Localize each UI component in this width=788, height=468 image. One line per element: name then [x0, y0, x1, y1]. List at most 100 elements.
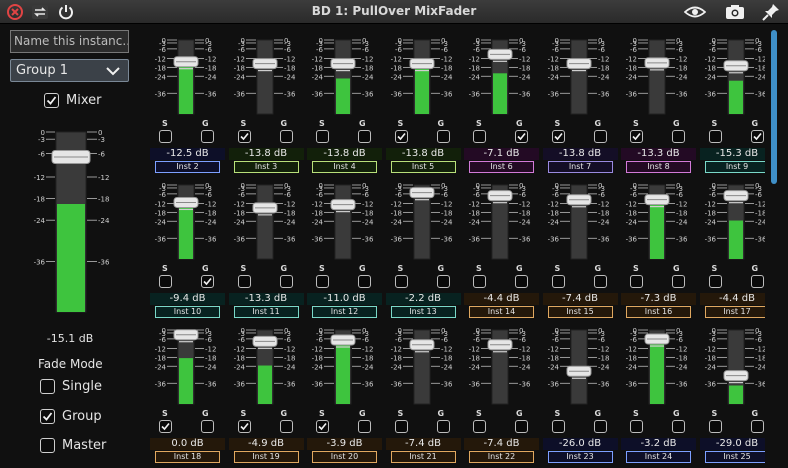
group-button[interactable] — [201, 420, 214, 433]
group-button[interactable] — [672, 275, 685, 288]
channel-fader-track[interactable] — [334, 184, 352, 260]
camera-icon[interactable] — [725, 3, 745, 21]
channel-fader[interactable]: 0 0-3 -3-6 -6-12 -12-18 -18-24 -24-36 -36 — [543, 175, 618, 263]
solo-button[interactable] — [630, 130, 643, 143]
group-button[interactable] — [672, 420, 685, 433]
solo-button[interactable] — [551, 420, 565, 433]
channel-fader[interactable]: 0 0-3 -3-6 -6-12 -12-18 -18-24 -24-36 -36 — [700, 175, 766, 263]
eye-icon[interactable] — [684, 3, 706, 21]
group-button[interactable] — [593, 275, 607, 288]
group-button[interactable] — [436, 420, 450, 433]
channel-fader[interactable]: 0 0-3 -3-6 -6-12 -12-18 -18-24 -24-36 -36 — [386, 30, 461, 118]
channel-fader[interactable]: 0 0-3 -3-6 -6-12 -12-18 -18-24 -24-36 -36 — [464, 320, 539, 408]
solo-button[interactable] — [708, 275, 722, 288]
channel-name-label[interactable]: Inst 6 — [469, 161, 534, 173]
master-checkbox[interactable] — [40, 438, 55, 453]
group-button[interactable] — [279, 275, 293, 288]
solo-button[interactable] — [630, 275, 643, 288]
channel-name-label[interactable]: Inst 19 — [233, 451, 299, 463]
group-button[interactable] — [515, 275, 528, 288]
group-button[interactable] — [436, 275, 450, 288]
fade-mode-single[interactable]: Single — [40, 379, 120, 397]
solo-button[interactable] — [316, 130, 329, 143]
channel-name-label[interactable]: Inst 18 — [155, 451, 220, 463]
channel-fader-track[interactable] — [648, 39, 666, 115]
group-button[interactable] — [750, 275, 764, 288]
channel-name-label[interactable]: Inst 17 — [704, 306, 765, 318]
group-button[interactable] — [201, 130, 214, 143]
channel-fader[interactable]: 0 0-3 -3-6 -6-12 -12-18 -18-24 -24-36 -36 — [229, 320, 304, 408]
solo-button[interactable] — [159, 130, 172, 143]
solo-button[interactable] — [473, 130, 486, 143]
channel-fader[interactable]: 0 0-3 -3-6 -6-12 -12-18 -18-24 -24-36 -36 — [543, 30, 618, 118]
mixer-checkbox[interactable] — [44, 93, 59, 108]
channel-fader[interactable]: 0 0-3 -3-6 -6-12 -12-18 -18-24 -24-36 -36 — [621, 30, 696, 118]
group-button[interactable] — [358, 130, 371, 143]
channel-fader[interactable]: 0 0-3 -3-6 -6-12 -12-18 -18-24 -24-36 -36 — [229, 175, 304, 263]
solo-button[interactable] — [159, 420, 172, 433]
channel-fader[interactable]: 0 0-3 -3-6 -6-12 -12-18 -18-24 -24-36 -36 — [464, 175, 539, 263]
channel-name-label[interactable]: Inst 22 — [469, 451, 534, 463]
channel-fader-track[interactable] — [256, 39, 273, 115]
solo-button[interactable] — [394, 130, 408, 143]
solo-button[interactable] — [237, 420, 251, 433]
channel-name-label[interactable]: Inst 13 — [390, 306, 456, 318]
group-button[interactable] — [279, 130, 293, 143]
channel-fader[interactable]: 0 0-3 -3-6 -6-12 -12-18 -18-24 -24-36 -36 — [621, 175, 696, 263]
channel-fader[interactable]: 0 0-3 -3-6 -6-12 -12-18 -18-24 -24-36 -36 — [386, 320, 461, 408]
channel-fader[interactable]: 0 0-3 -3-6 -6-12 -12-18 -18-24 -24-36 -36 — [700, 30, 766, 118]
channel-name-label[interactable]: Inst 8 — [626, 161, 691, 173]
group-dropdown[interactable]: Group 1 — [10, 59, 129, 82]
channel-fader[interactable]: 0 0-3 -3-6 -6-12 -12-18 -18-24 -24-36 -36 — [229, 30, 304, 118]
group-button[interactable] — [515, 420, 528, 433]
channel-fader-track[interactable] — [256, 184, 273, 260]
group-button[interactable] — [750, 130, 764, 143]
vertical-scrollbar[interactable] — [770, 30, 778, 468]
channel-fader[interactable]: 0 0-3 -3-6 -6-12 -12-18 -18-24 -24-36 -36 — [386, 175, 461, 263]
solo-button[interactable] — [473, 275, 486, 288]
fade-mode-master[interactable]: Master — [40, 438, 120, 456]
solo-button[interactable] — [316, 275, 329, 288]
group-checkbox[interactable] — [40, 409, 55, 424]
group-button[interactable] — [672, 130, 685, 143]
solo-button[interactable] — [394, 275, 408, 288]
pin-icon[interactable] — [762, 3, 780, 21]
group-button[interactable] — [750, 420, 764, 433]
solo-button[interactable] — [708, 130, 722, 143]
channel-fader[interactable]: 0 0-3 -3-6 -6-12 -12-18 -18-24 -24-36 -36 — [150, 320, 225, 408]
solo-button[interactable] — [473, 420, 486, 433]
channel-fader-track[interactable] — [570, 39, 587, 115]
group-button[interactable] — [593, 420, 607, 433]
group-button[interactable] — [515, 130, 528, 143]
group-button[interactable] — [436, 130, 450, 143]
channel-fader[interactable]: 0 0-3 -3-6 -6-12 -12-18 -18-24 -24-36 -36 — [307, 320, 382, 408]
solo-button[interactable] — [708, 420, 722, 433]
channel-name-label[interactable]: Inst 3 — [233, 161, 299, 173]
solo-button[interactable] — [551, 130, 565, 143]
solo-button[interactable] — [237, 130, 251, 143]
channel-name-label[interactable]: Inst 23 — [547, 451, 613, 463]
channel-name-label[interactable]: Inst 10 — [155, 306, 220, 318]
group-button[interactable] — [358, 420, 371, 433]
channel-name-label[interactable]: Inst 12 — [312, 306, 377, 318]
channel-name-label[interactable]: Inst 2 — [155, 161, 220, 173]
channel-name-label[interactable]: Inst 5 — [390, 161, 456, 173]
solo-button[interactable] — [551, 275, 565, 288]
solo-button[interactable] — [394, 420, 408, 433]
channel-fader[interactable]: 0 0-3 -3-6 -6-12 -12-18 -18-24 -24-36 -36 — [621, 320, 696, 408]
group-button[interactable] — [593, 130, 607, 143]
channel-fader[interactable]: 0 0-3 -3-6 -6-12 -12-18 -18-24 -24-36 -36 — [307, 30, 382, 118]
channel-name-label[interactable]: Inst 16 — [626, 306, 691, 318]
channel-name-label[interactable]: Inst 20 — [312, 451, 377, 463]
channel-fader[interactable]: 0 0-3 -3-6 -6-12 -12-18 -18-24 -24-36 -36 — [150, 30, 225, 118]
channel-name-label[interactable]: Inst 4 — [312, 161, 377, 173]
group-button[interactable] — [201, 275, 214, 288]
channel-fader[interactable]: 0 0-3 -3-6 -6-12 -12-18 -18-24 -24-36 -36 — [307, 175, 382, 263]
channel-fader[interactable]: 0 0-3 -3-6 -6-12 -12-18 -18-24 -24-36 -36 — [543, 320, 618, 408]
channel-name-label[interactable]: Inst 7 — [547, 161, 613, 173]
channel-name-label[interactable]: Inst 15 — [547, 306, 613, 318]
channel-fader[interactable]: 0 0-3 -3-6 -6-12 -12-18 -18-24 -24-36 -36 — [464, 30, 539, 118]
channel-name-label[interactable]: Inst 24 — [626, 451, 691, 463]
channel-fader[interactable]: 0 0-3 -3-6 -6-12 -12-18 -18-24 -24-36 -36 — [150, 175, 225, 263]
solo-button[interactable] — [630, 420, 643, 433]
